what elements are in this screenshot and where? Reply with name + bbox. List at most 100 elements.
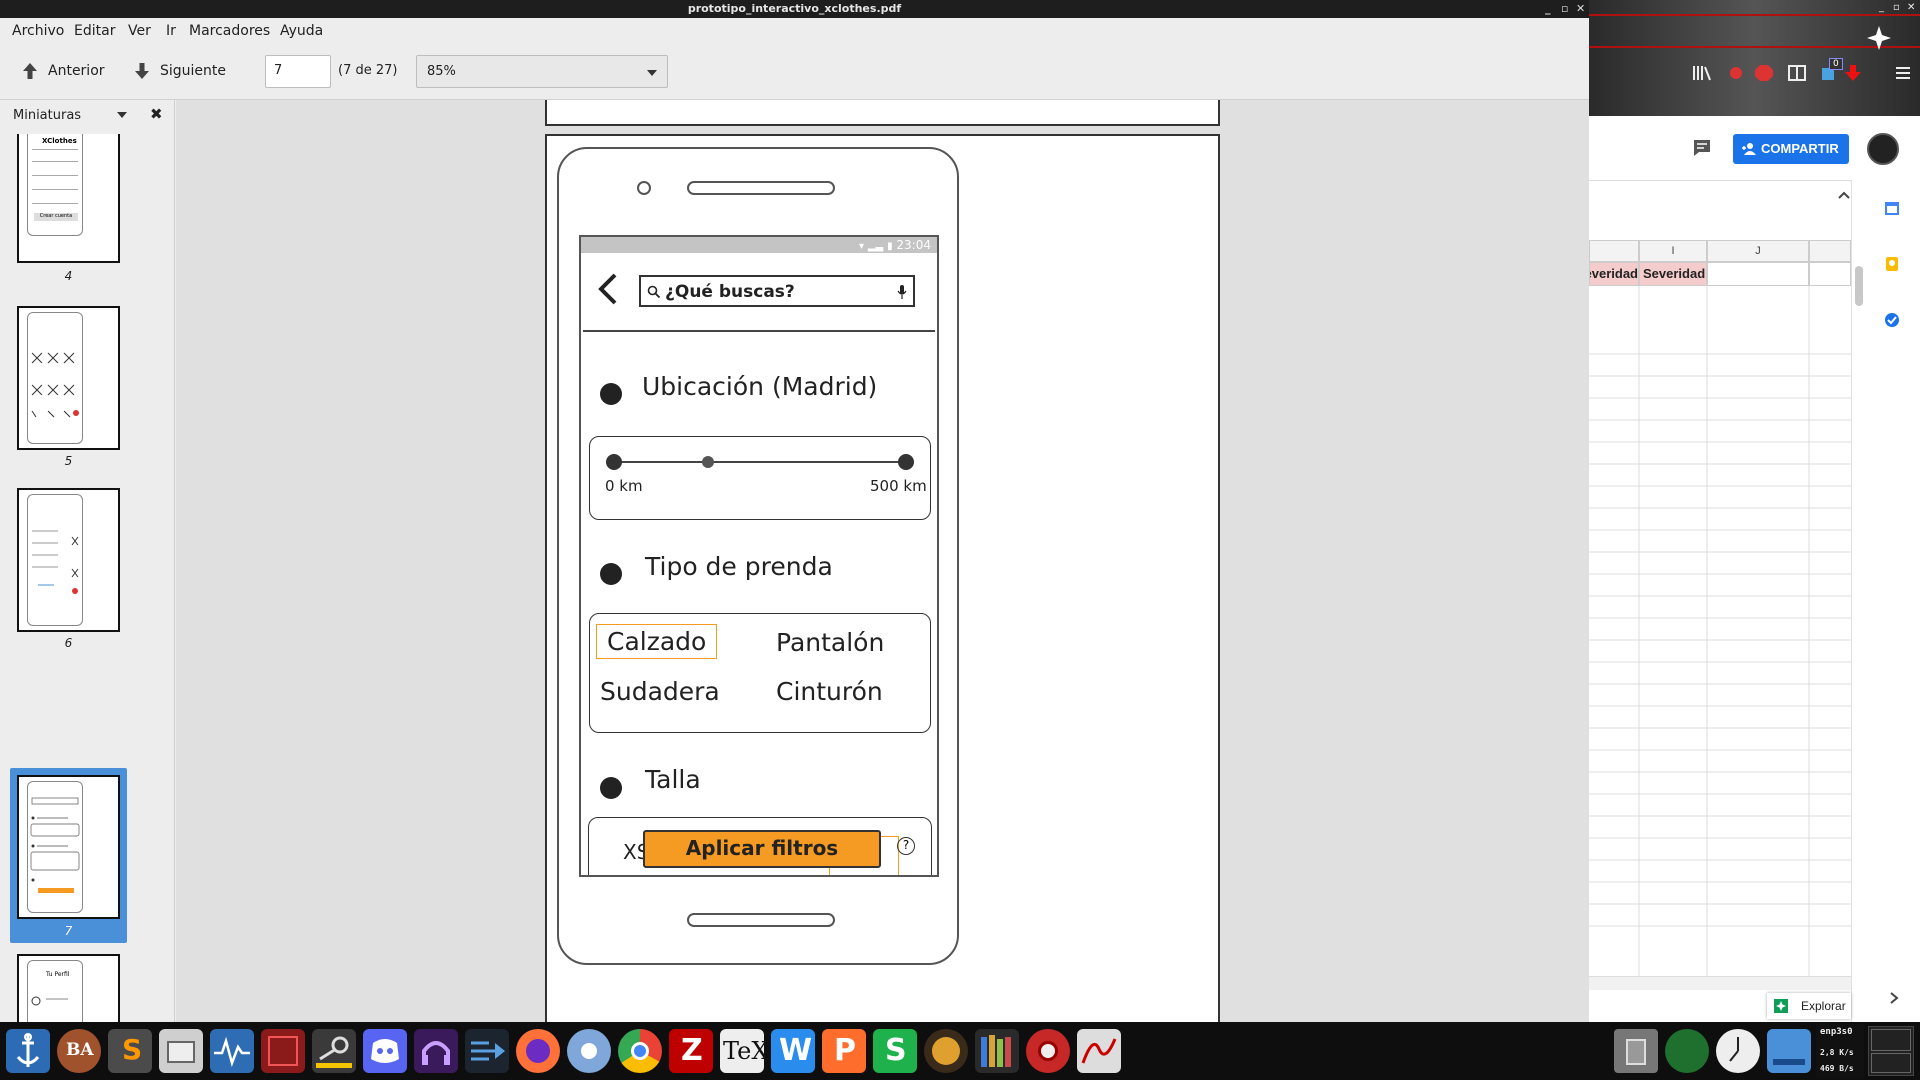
presentation-icon[interactable]: P [822, 1029, 866, 1073]
disc-burner-icon[interactable] [1026, 1029, 1070, 1073]
share-label: COMPARTIR [1761, 141, 1839, 156]
menu-ver[interactable]: Ver [128, 23, 151, 39]
zoom-select[interactable]: 85% [416, 55, 668, 88]
library-icon[interactable] [1692, 64, 1712, 82]
reader-view-icon[interactable] [1787, 64, 1807, 82]
slider-mid-knob[interactable] [702, 456, 714, 468]
thumbnail-list[interactable]: XClothes Crear cuenta 4 5 6 7 Tu Perfil [0, 134, 175, 1022]
previous-page-button[interactable]: Anterior [22, 60, 105, 82]
search-input[interactable]: ¿Qué buscas? [639, 275, 915, 307]
steam-icon[interactable] [312, 1029, 356, 1073]
microphone-icon[interactable] [897, 284, 907, 300]
chromium-icon[interactable] [567, 1029, 611, 1073]
download-arrow-icon[interactable] [1843, 64, 1863, 82]
podcast-icon[interactable] [414, 1029, 458, 1073]
share-button[interactable]: COMPARTIR [1733, 134, 1849, 164]
slider-max-knob[interactable] [898, 454, 914, 470]
hamburger-menu-icon[interactable] [1893, 64, 1913, 82]
minimize-button[interactable]: _ [1545, 0, 1551, 18]
tasks-icon[interactable] [1884, 312, 1900, 328]
comments-icon[interactable] [1691, 137, 1713, 159]
header-cell-j[interactable] [1707, 262, 1809, 286]
clock-icon[interactable] [1716, 1029, 1760, 1073]
maximize-button[interactable]: ▫ [1561, 0, 1568, 18]
thumb-4-title: XClothes [42, 137, 77, 145]
workspace-1[interactable] [1871, 1029, 1911, 1051]
firefox-icon[interactable] [516, 1029, 560, 1073]
discord-icon[interactable] [363, 1029, 407, 1073]
ba-app-icon[interactable]: BA [57, 1029, 101, 1073]
apply-filters-button[interactable]: Aplicar filtros [643, 830, 881, 868]
chevron-up-icon[interactable] [1837, 190, 1851, 200]
search-icon [647, 285, 661, 299]
system-monitor-icon[interactable] [210, 1029, 254, 1073]
mini-line [32, 161, 78, 162]
menu-editar[interactable]: Editar [74, 23, 115, 39]
header-cell-k[interactable] [1809, 262, 1851, 286]
trash-icon[interactable] [1614, 1029, 1658, 1073]
adblock-icon[interactable] [1754, 64, 1774, 82]
category-sudadera[interactable]: Sudadera [600, 677, 720, 706]
help-icon[interactable]: ? [897, 837, 915, 855]
extension-red-icon[interactable] [1726, 64, 1746, 82]
close-sidebar-icon[interactable]: ✖ [150, 105, 163, 123]
spreadsheet-app-icon[interactable]: S [873, 1029, 917, 1073]
slider-min-knob[interactable] [606, 454, 622, 470]
column-header-i[interactable]: I [1639, 240, 1707, 262]
close-button[interactable]: ✕ [1576, 0, 1585, 18]
avatar[interactable] [1867, 133, 1899, 165]
back-arrow-icon[interactable] [595, 272, 621, 306]
vertical-scrollbar[interactable] [1855, 266, 1863, 306]
keep-icon[interactable] [1884, 256, 1900, 272]
page-number-input[interactable]: 7 [265, 55, 331, 88]
browser-close-button[interactable]: ✕ [1907, 2, 1915, 13]
distance-slider-box: 0 km 500 km [589, 436, 931, 520]
thumbnail-page-4[interactable]: XClothes Crear cuenta [17, 134, 120, 263]
category-calzado[interactable]: Calzado [596, 624, 718, 659]
thumbnail-page-5[interactable] [17, 306, 120, 450]
category-cinturon[interactable]: Cinturón [776, 677, 883, 706]
mini-phone [27, 781, 83, 913]
jester-app-icon[interactable] [924, 1029, 968, 1073]
workspace-switcher[interactable] [1868, 1026, 1914, 1076]
menu-ayuda[interactable]: Ayuda [280, 23, 323, 39]
next-page-button[interactable]: Siguiente [134, 60, 226, 82]
thumbnail-page-6[interactable] [17, 488, 120, 632]
chevron-right-icon[interactable] [1889, 992, 1899, 1004]
file-manager-icon[interactable] [159, 1029, 203, 1073]
horizontal-scrollbar[interactable] [1589, 976, 1851, 990]
browser-minimize-button[interactable]: _ [1879, 2, 1884, 13]
column-header-j[interactable]: J [1707, 240, 1809, 262]
side-panel [1851, 180, 1920, 1022]
menu-marcadores[interactable]: Marcadores [189, 23, 270, 39]
header-cell-h[interactable]: Severidad [1589, 262, 1639, 286]
thumbnail-page-8[interactable]: Tu Perfil [17, 954, 120, 1022]
library-books-icon[interactable] [975, 1029, 1019, 1073]
workspace-2[interactable] [1871, 1053, 1911, 1073]
texmaker-icon[interactable]: TeX [720, 1029, 768, 1073]
menu-ir[interactable]: Ir [166, 23, 176, 39]
sublime-text-icon[interactable]: S [108, 1029, 152, 1073]
thumbnail-page-7[interactable] [17, 775, 120, 919]
spreadsheet-grid[interactable] [1589, 286, 1851, 976]
menu-archivo[interactable]: Archivo [12, 23, 64, 39]
chrome-icon[interactable] [618, 1029, 662, 1073]
header-cell-i[interactable]: Severidad [1639, 262, 1707, 286]
writer-icon[interactable]: W [771, 1029, 815, 1073]
desktop-icon[interactable] [1767, 1029, 1811, 1073]
status-bar: ▾ ▂▃ ▮ 23:04 [581, 237, 937, 253]
dock-app-icon[interactable] [465, 1029, 509, 1073]
anchor-icon[interactable] [6, 1029, 50, 1073]
pdf-viewer-icon[interactable] [1077, 1029, 1121, 1073]
slider-max-label: 500 km [870, 477, 927, 495]
filezilla-icon[interactable]: Z [669, 1029, 713, 1073]
status-indicator-icon[interactable] [1665, 1029, 1709, 1073]
terminal-icon[interactable] [261, 1029, 305, 1073]
browser-maximize-button[interactable]: ▫ [1893, 2, 1900, 13]
sidebar-mode-dropdown-icon[interactable] [117, 112, 127, 118]
category-pantalon[interactable]: Pantalón [776, 628, 884, 657]
explore-button[interactable]: Explorar [1767, 993, 1851, 1019]
column-header-h[interactable] [1589, 240, 1639, 262]
calendar-icon[interactable] [1884, 200, 1900, 216]
column-header-k[interactable] [1809, 240, 1851, 262]
